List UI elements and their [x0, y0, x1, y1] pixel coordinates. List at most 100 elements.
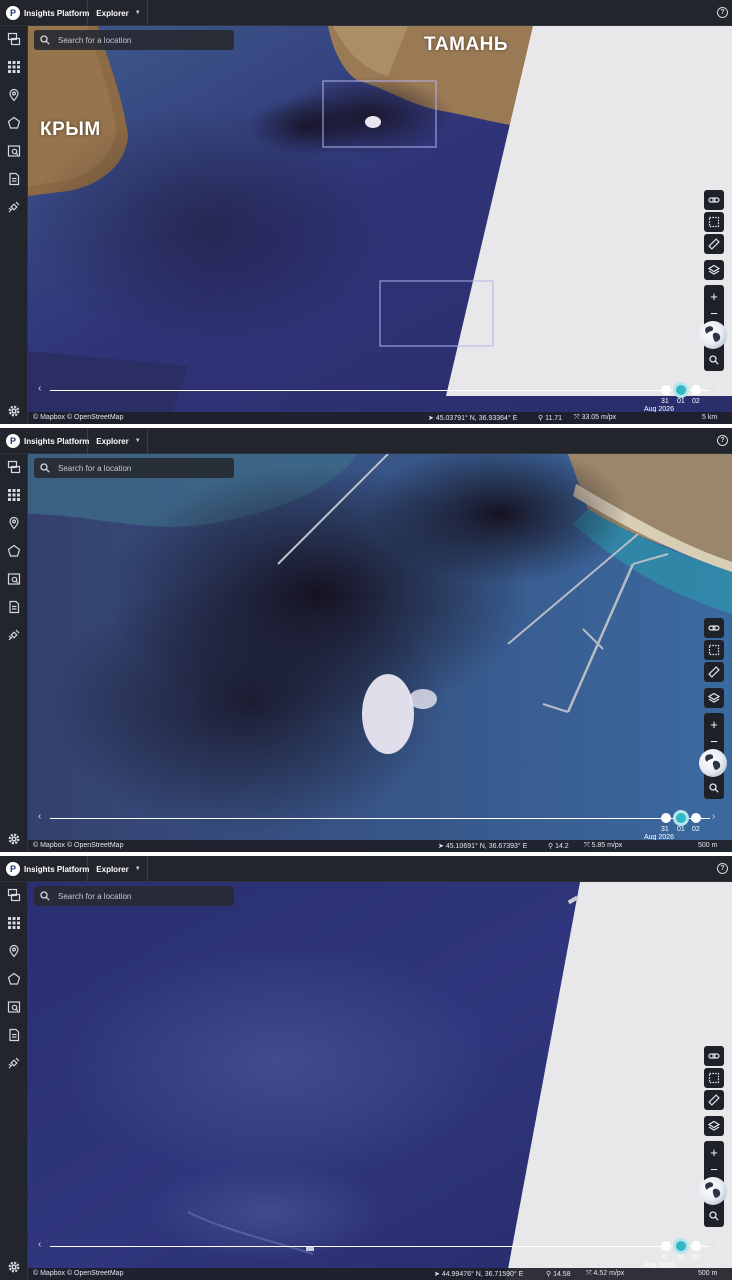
globe-icon[interactable]: [699, 749, 727, 777]
timeline-day-31[interactable]: [661, 1241, 671, 1251]
grid-icon[interactable]: [7, 916, 21, 930]
attribution[interactable]: © Mapbox © OpenStreetMap: [33, 1270, 123, 1277]
explorer-menu[interactable]: Explorer ▼: [90, 856, 148, 882]
timeline-day-31[interactable]: [661, 385, 671, 395]
help-icon[interactable]: ?: [717, 7, 728, 18]
ruler-icon[interactable]: [704, 1090, 724, 1110]
zoom-in-button[interactable]: +: [704, 715, 724, 733]
zoom-controls: + −: [699, 1141, 727, 1227]
select-area-icon[interactable]: [704, 1068, 724, 1088]
search-input[interactable]: [58, 35, 228, 45]
stack-icon[interactable]: [7, 460, 21, 474]
stack-icon[interactable]: [7, 32, 21, 46]
settings-gear-icon[interactable]: [7, 1260, 21, 1274]
globe-icon[interactable]: [699, 1177, 727, 1205]
layers-icon[interactable]: [704, 260, 724, 280]
timeline-prev-icon[interactable]: ‹: [38, 811, 41, 822]
brand[interactable]: P Insights Platform: [6, 428, 89, 454]
zoom-out-button[interactable]: −: [704, 304, 724, 322]
zoom-search-icon[interactable]: [704, 779, 724, 797]
grid-icon[interactable]: [7, 488, 21, 502]
location-search[interactable]: [34, 458, 234, 478]
timeline-day-01-selected[interactable]: [673, 810, 689, 826]
timeline-track[interactable]: [50, 818, 710, 820]
explorer-panel-2: P Insights Platform Explorer ▼ ? Search …: [0, 428, 732, 852]
resolution-readout: ⤧ 33.05 m/px: [574, 414, 617, 421]
explorer-menu-label: Explorer: [96, 8, 129, 18]
timeline-day-02[interactable]: [691, 385, 701, 395]
satellite-icon[interactable]: [7, 628, 21, 642]
zoom-search-icon[interactable]: [704, 351, 724, 369]
link-icon[interactable]: [704, 1046, 724, 1066]
location-pin-icon[interactable]: [7, 944, 21, 958]
brand-name: Insights Platform: [24, 8, 90, 18]
timeline-day-01-selected[interactable]: [673, 1238, 689, 1254]
settings-gear-icon[interactable]: [7, 832, 21, 846]
layers-icon[interactable]: [704, 688, 724, 708]
brand[interactable]: P Insights Platform: [6, 856, 89, 882]
zoom-search-icon[interactable]: [704, 1207, 724, 1225]
layers-icon[interactable]: [704, 1116, 724, 1136]
ruler-icon[interactable]: [704, 234, 724, 254]
zoom-in-button[interactable]: +: [704, 1143, 724, 1161]
document-icon[interactable]: [7, 1028, 21, 1042]
attribution[interactable]: © Mapbox © OpenStreetMap: [33, 414, 123, 421]
search-icon: [40, 463, 50, 473]
brand[interactable]: P Insights Platform: [6, 0, 90, 26]
select-area-icon[interactable]: [704, 212, 724, 232]
zoom-readout: ⚲ 14.2: [548, 843, 569, 850]
timeline-track[interactable]: [50, 1246, 710, 1248]
timeline-next-icon[interactable]: ›: [712, 383, 715, 394]
timeline-track[interactable]: [50, 390, 710, 392]
explorer-menu[interactable]: Explorer ▼: [90, 428, 148, 454]
timeline-day-31[interactable]: [661, 813, 671, 823]
satellite-map[interactable]: + − ‹ › 31 01 02 Aug 2026 © Mapbox © Ope…: [28, 454, 732, 852]
timeline-day-02[interactable]: [691, 813, 701, 823]
zoom-out-button[interactable]: −: [704, 1160, 724, 1178]
image-search-icon[interactable]: [7, 144, 21, 158]
grid-icon[interactable]: [7, 60, 21, 74]
timeline-day-02[interactable]: [691, 1241, 701, 1251]
attribution[interactable]: © Mapbox © OpenStreetMap: [33, 842, 123, 849]
explorer-panel-3: P Insights Platform Explorer ▼ ? Search …: [0, 856, 732, 1280]
timeline-next-icon[interactable]: ›: [712, 1239, 715, 1250]
location-search[interactable]: [34, 30, 234, 50]
globe-icon[interactable]: [699, 321, 727, 349]
location-pin-icon[interactable]: [7, 88, 21, 102]
zoom-out-button[interactable]: −: [704, 732, 724, 750]
settings-gear-icon[interactable]: [7, 404, 21, 418]
link-icon[interactable]: [704, 618, 724, 638]
polygon-icon[interactable]: [7, 544, 21, 558]
document-icon[interactable]: [7, 600, 21, 614]
search-input[interactable]: [58, 463, 228, 473]
timeline-next-icon[interactable]: ›: [712, 811, 715, 822]
stack-icon[interactable]: [7, 888, 21, 902]
location-pin-icon[interactable]: [7, 516, 21, 530]
location-search[interactable]: [34, 886, 234, 906]
image-search-icon[interactable]: [7, 572, 21, 586]
map-label-taman: ТАМАНЬ: [424, 34, 509, 55]
zoom-in-button[interactable]: +: [704, 287, 724, 305]
status-bar: © Mapbox © OpenStreetMap ➤ 44.99476° N, …: [28, 1268, 732, 1280]
timeline-day-01-selected[interactable]: [673, 382, 689, 398]
help-icon[interactable]: ?: [717, 863, 728, 874]
polygon-icon[interactable]: [7, 972, 21, 986]
timeline-prev-icon[interactable]: ‹: [38, 383, 41, 394]
satellite-icon[interactable]: [7, 1056, 21, 1070]
satellite-map[interactable]: + − ‹ › 31 01 02 Aug 2026 © Mapbox © Ope…: [28, 882, 732, 1280]
top-bar: P Insights Platform Explorer ▼ ?: [0, 428, 732, 454]
zoom-readout: ⚲ 14.58: [546, 1271, 571, 1278]
image-search-icon[interactable]: [7, 1000, 21, 1014]
document-icon[interactable]: [7, 172, 21, 186]
explorer-menu[interactable]: Explorer ▼: [90, 0, 148, 26]
polygon-icon[interactable]: [7, 116, 21, 130]
timeline-prev-icon[interactable]: ‹: [38, 1239, 41, 1250]
ruler-icon[interactable]: [704, 662, 724, 682]
satellite-icon[interactable]: [7, 200, 21, 214]
satellite-map[interactable]: КРЫМ ТАМАНЬ + − ‹ › 31 01 02 Aug 2026: [28, 26, 732, 424]
coordinates: 45.03791° N, 36.93364° E: [435, 415, 518, 422]
search-input[interactable]: [58, 891, 228, 901]
select-area-icon[interactable]: [704, 640, 724, 660]
link-icon[interactable]: [704, 190, 724, 210]
help-icon[interactable]: ?: [717, 435, 728, 446]
